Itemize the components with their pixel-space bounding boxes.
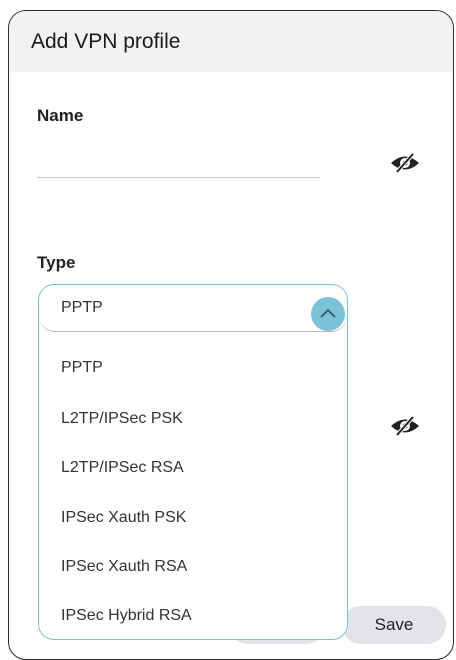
dialog-title: Add VPN profile [31,30,181,53]
dialog-header: Add VPN profile [9,11,453,72]
type-label: Type [37,253,76,272]
type-option-xauth-rsa[interactable]: IPSec Xauth RSA [61,558,187,576]
eye-slash-icon[interactable] [390,415,420,437]
name-label: Name [37,106,84,125]
type-option-l2tp-rsa[interactable]: L2TP/IPSec RSA [61,459,184,477]
type-option-pptp[interactable]: PPTP [61,359,103,377]
type-option-l2tp-psk[interactable]: L2TP/IPSec PSK [61,410,183,428]
type-option-hybrid-rsa[interactable]: IPSec Hybrid RSA [61,607,192,625]
add-vpn-profile-dialog: Add VPN profile Name Type Save PPTP PPTP… [8,10,454,660]
type-option-xauth-psk[interactable]: IPSec Xauth PSK [61,509,186,527]
save-button[interactable]: Save [342,606,446,644]
chevron-up-icon [320,308,336,318]
eye-slash-icon[interactable] [390,152,420,174]
type-dropdown[interactable]: PPTP PPTP L2TP/IPSec PSK L2TP/IPSec RSA … [38,284,348,640]
name-input-underline [37,177,320,178]
type-dropdown-header[interactable]: PPTP [39,285,347,332]
name-input[interactable] [37,141,320,177]
dropdown-toggle-button[interactable] [311,297,345,331]
type-selected-value: PPTP [61,299,103,316]
